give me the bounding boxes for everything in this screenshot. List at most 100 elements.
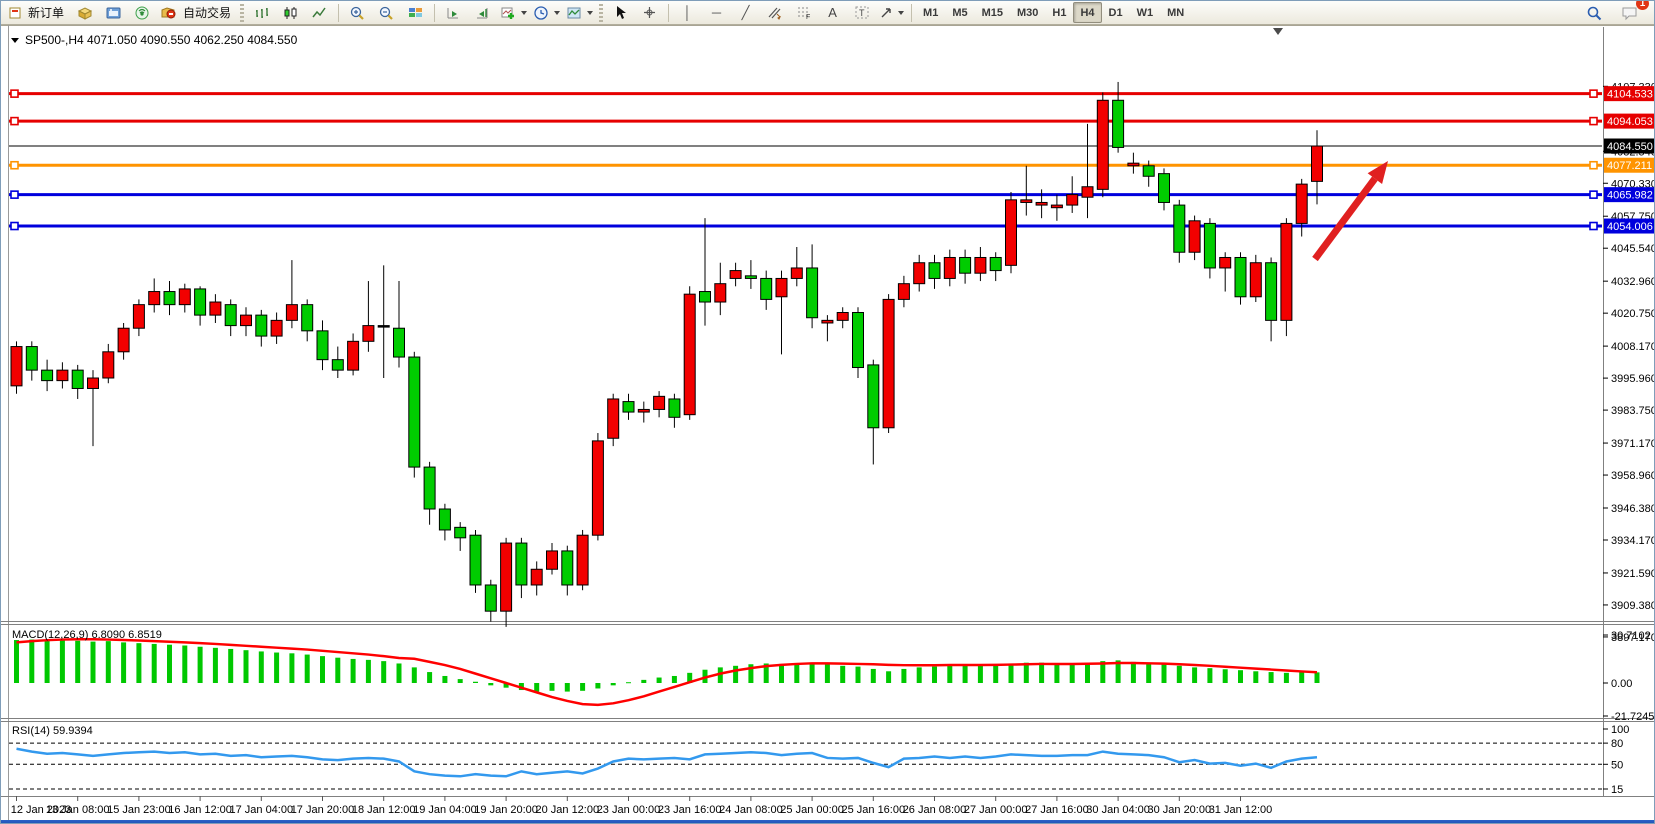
vertical-line-tool[interactable]: │ — [673, 1, 702, 24]
candle — [1036, 202, 1047, 205]
zoom-in-icon — [349, 5, 366, 21]
candle — [868, 365, 879, 428]
macd-bar — [825, 664, 830, 683]
svg-text:4104.533: 4104.533 — [1607, 89, 1653, 101]
macd-bar — [213, 648, 218, 683]
editor-button[interactable] — [99, 1, 128, 24]
chart-shift-button[interactable] — [468, 1, 497, 24]
svg-text:4065.982: 4065.982 — [1607, 190, 1653, 202]
svg-text:3921.590: 3921.590 — [1611, 568, 1655, 580]
candle — [57, 370, 68, 380]
macd-bar — [1070, 663, 1075, 683]
candle — [179, 289, 190, 305]
auto-scroll-button[interactable] — [439, 1, 468, 24]
macd-bar — [14, 640, 19, 683]
periods-button[interactable] — [530, 1, 563, 24]
signal-button[interactable] — [128, 1, 157, 24]
text-tool[interactable]: A — [818, 1, 847, 24]
macd-bar — [1085, 663, 1090, 683]
crosshair-tool-button[interactable] — [635, 1, 664, 24]
svg-text:17 Jan 20:00: 17 Jan 20:00 — [291, 804, 355, 816]
cursor-tool-button[interactable] — [606, 1, 635, 24]
fibonacci-tool[interactable]: F — [789, 1, 818, 24]
tile-windows-button[interactable] — [401, 1, 430, 24]
svg-text:4020.750: 4020.750 — [1611, 308, 1655, 320]
text-label-tool[interactable]: T — [847, 1, 876, 24]
trendline-tool[interactable]: ╱ — [731, 1, 760, 24]
candle — [118, 328, 129, 352]
svg-text:T: T — [859, 8, 865, 18]
toolbar-separator — [338, 4, 339, 22]
gold-box-button[interactable] — [70, 1, 99, 24]
macd-bar — [917, 667, 922, 683]
candle — [394, 328, 405, 357]
macd-bar — [794, 663, 799, 683]
editor-icon — [105, 5, 122, 21]
macd-bar — [856, 667, 861, 683]
tf-D1[interactable]: D1 — [1102, 2, 1130, 23]
candle — [1067, 195, 1078, 205]
macd-bar — [871, 669, 876, 683]
candle — [914, 263, 925, 284]
candle — [1051, 205, 1062, 208]
macd-bar — [152, 644, 157, 683]
svg-text:27 Jan 00:00: 27 Jan 00:00 — [964, 804, 1028, 816]
candle — [455, 527, 466, 537]
bar-chart-type-button[interactable] — [247, 1, 276, 24]
candle — [1250, 263, 1261, 297]
tf-M15[interactable]: M15 — [975, 2, 1010, 23]
macd-bar — [978, 665, 983, 683]
tf-H4[interactable]: H4 — [1073, 2, 1101, 23]
macd-bar — [1238, 670, 1243, 683]
tf-H1[interactable]: H1 — [1045, 2, 1073, 23]
candle-chart-type-button[interactable] — [276, 1, 305, 24]
zoom-out-button[interactable] — [372, 1, 401, 24]
dropdown-caret — [898, 11, 904, 15]
candle — [210, 302, 221, 315]
tf-W1[interactable]: W1 — [1130, 2, 1161, 23]
macd-bar — [1284, 673, 1289, 683]
candle — [898, 284, 909, 300]
candle — [133, 305, 144, 329]
svg-text:3995.960: 3995.960 — [1611, 373, 1655, 385]
candle — [72, 370, 83, 388]
notifications-button[interactable]: 1 — [1615, 1, 1644, 24]
tf-M1[interactable]: M1 — [916, 2, 945, 23]
svg-text:100: 100 — [1611, 724, 1629, 736]
macd-bar — [198, 647, 203, 683]
macd-bar — [167, 645, 172, 683]
hline-handle — [1590, 118, 1597, 125]
auto-trading-button[interactable]: 自动交易 — [157, 1, 237, 24]
channel-tool[interactable] — [760, 1, 789, 24]
macd-bar — [75, 641, 80, 683]
candle — [929, 263, 940, 279]
macd-bar — [1162, 664, 1167, 683]
macd-bar — [335, 658, 340, 683]
crosshair-icon — [642, 5, 657, 20]
new-order-button[interactable]: 新订单 — [5, 1, 70, 24]
candle — [42, 370, 53, 380]
template-button[interactable] — [563, 1, 596, 24]
line-chart-type-button[interactable] — [305, 1, 334, 24]
candle — [1082, 187, 1093, 197]
tf-M5[interactable]: M5 — [945, 2, 974, 23]
tf-MN[interactable]: MN — [1160, 2, 1191, 23]
svg-text:23 Jan 00:00: 23 Jan 00:00 — [597, 804, 661, 816]
search-button[interactable] — [1580, 1, 1609, 24]
candle — [195, 289, 206, 315]
chart-canvas[interactable]: 4107.3304082.5404070.3304057.7504045.540… — [1, 25, 1655, 824]
zoom-in-button[interactable] — [343, 1, 372, 24]
candle — [286, 305, 297, 321]
arrows-tool[interactable] — [876, 1, 907, 24]
candle — [883, 299, 894, 427]
svg-text:F: F — [806, 14, 810, 20]
chart-menu-caret-icon[interactable] — [11, 38, 19, 43]
candle — [761, 278, 772, 299]
candle — [424, 467, 435, 509]
add-indicator-button[interactable] — [497, 1, 530, 24]
candle — [1143, 166, 1154, 176]
horizontal-line-tool[interactable]: ─ — [702, 1, 731, 24]
macd-bar — [611, 683, 616, 685]
tf-M30[interactable]: M30 — [1010, 2, 1045, 23]
macd-bar — [641, 680, 646, 683]
